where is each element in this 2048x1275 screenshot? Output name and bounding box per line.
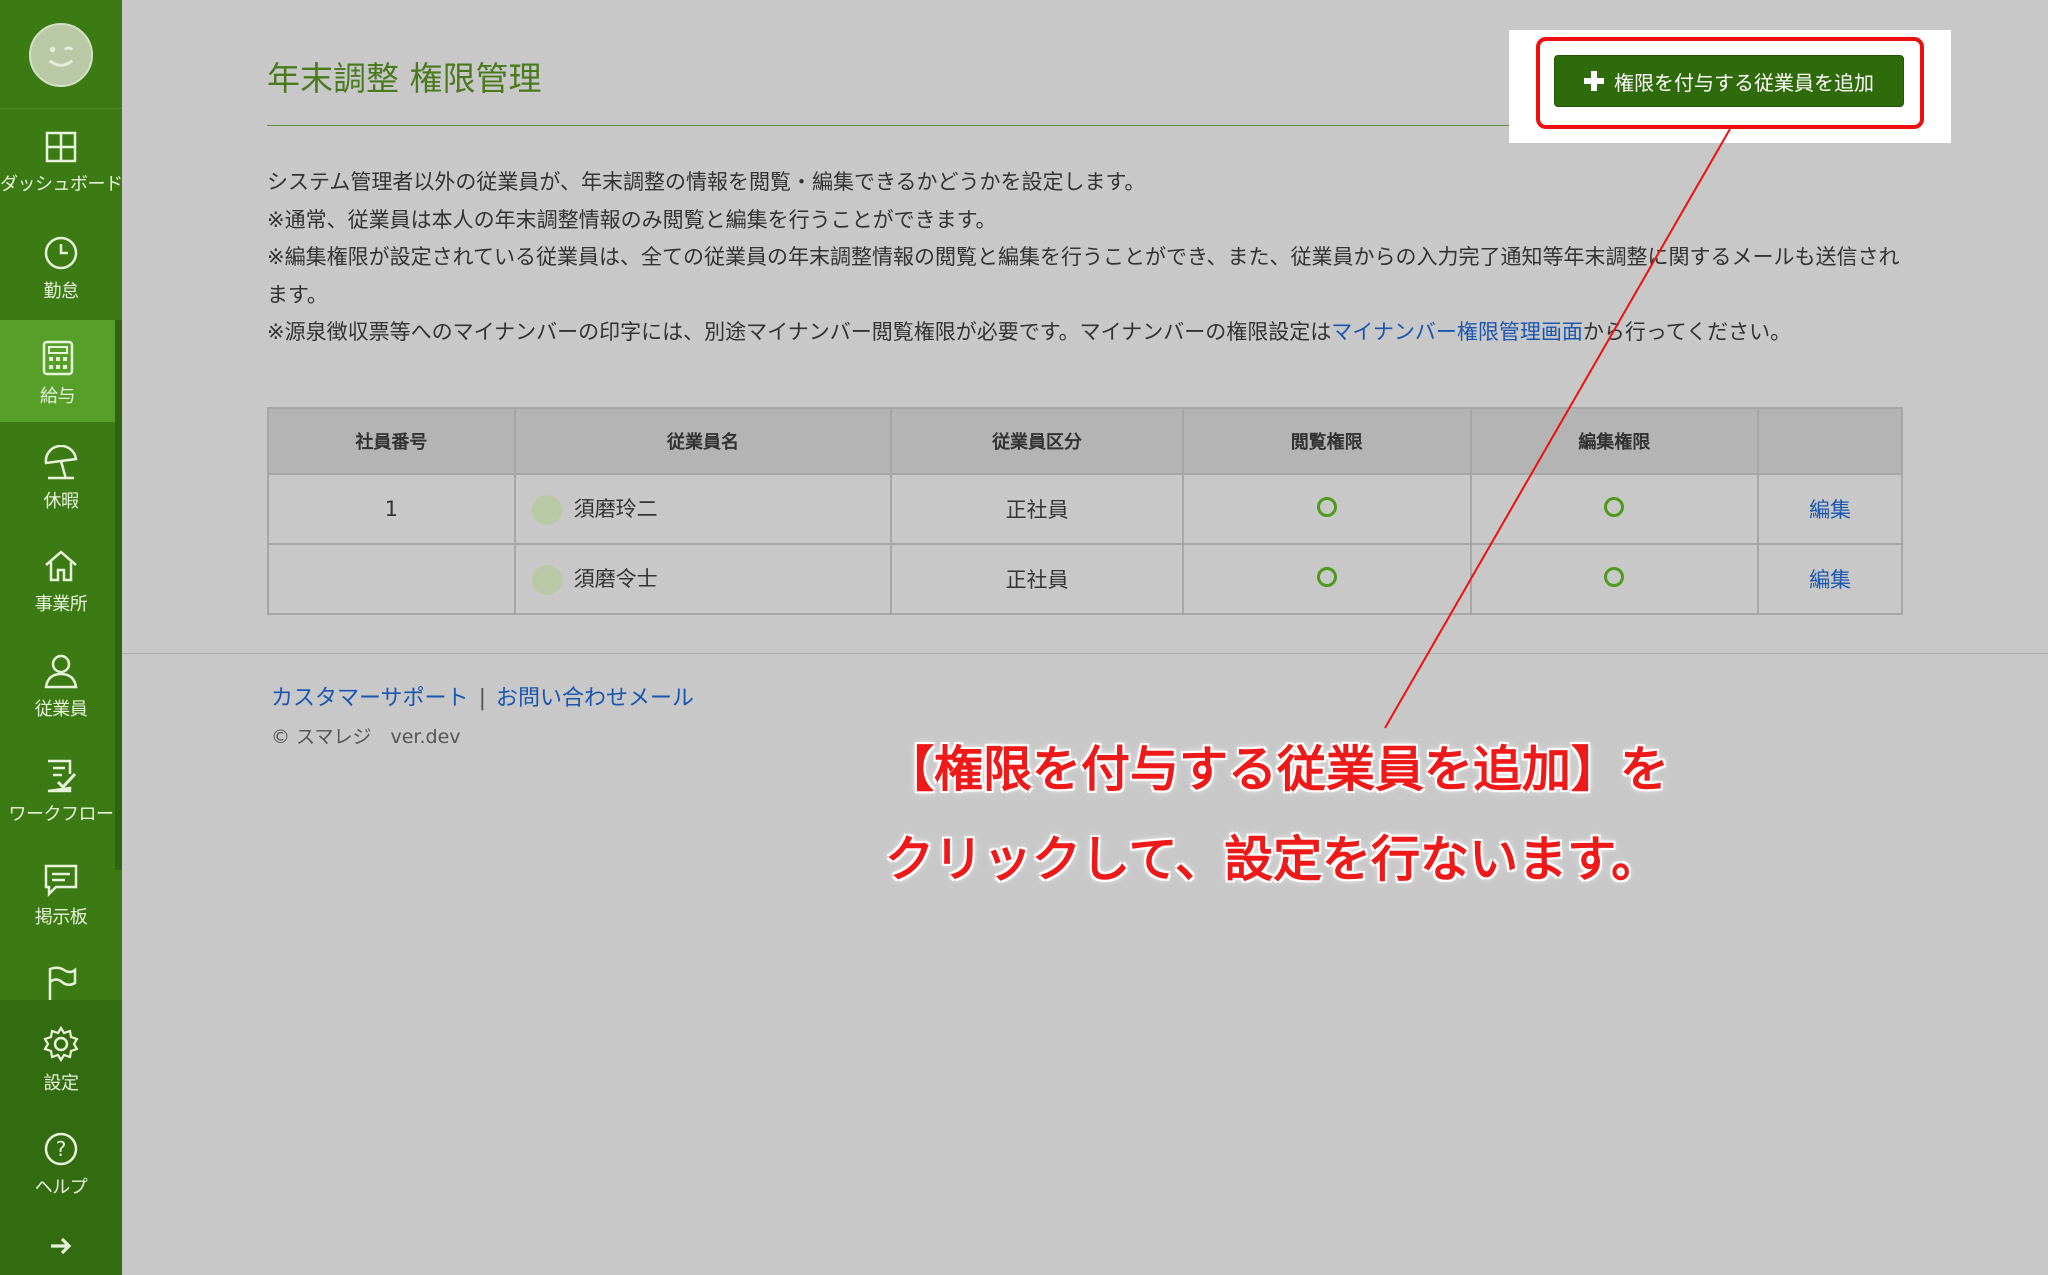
annotation-callout: 【権限を付与する従業員を追加】を クリックして、設定を行ないます。: [885, 725, 1669, 905]
annotation-line: クリックして、設定を行ないます。: [885, 831, 1661, 888]
annotation-arrow-line: [1384, 128, 1731, 729]
annotation-line: 【権限を付与する従業員を追加】を: [885, 741, 1670, 798]
